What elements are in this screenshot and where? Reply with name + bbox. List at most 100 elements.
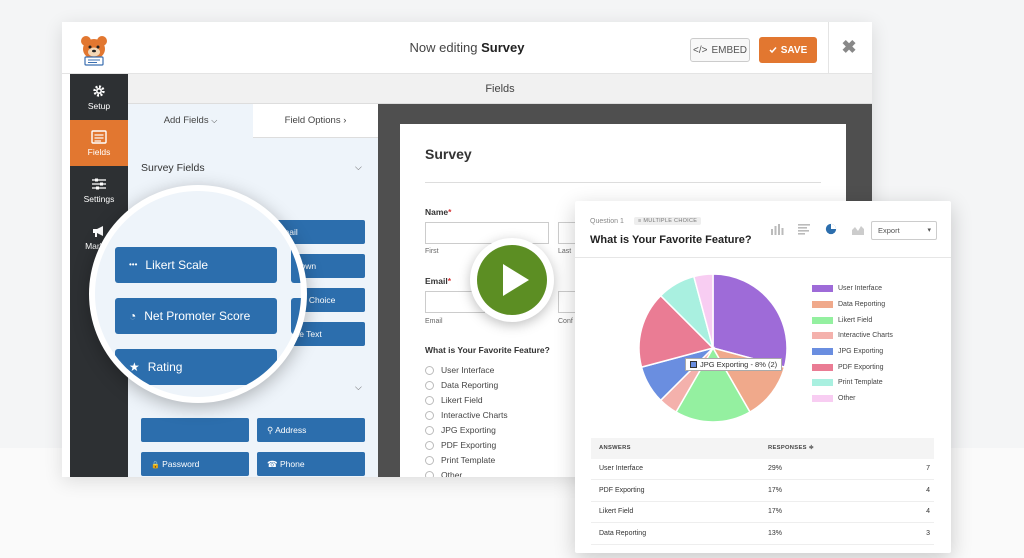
question-title: What is Your Favorite Feature? xyxy=(590,234,752,246)
save-button[interactable]: SAVE xyxy=(759,37,817,63)
first-name-field[interactable] xyxy=(425,222,549,244)
last-sublabel: Last xyxy=(558,248,572,255)
tab-label: Add Fields xyxy=(163,115,209,126)
percent-cell: 29% xyxy=(768,465,783,472)
horizontal-bar-icon[interactable] xyxy=(797,223,811,235)
radio-button[interactable] xyxy=(425,365,434,375)
rating-button[interactable]: ★ Rating xyxy=(115,349,277,385)
choice-option[interactable]: PDF Exporting xyxy=(425,440,496,450)
choice-label: Other xyxy=(441,470,463,477)
divider xyxy=(828,22,829,74)
field-label: Phone xyxy=(279,459,305,469)
choice-option[interactable]: Interactive Charts xyxy=(425,410,508,420)
field-button-hidden[interactable] xyxy=(141,418,249,442)
legend-item[interactable]: Print Template xyxy=(812,375,893,391)
pie-chart xyxy=(638,273,788,423)
question-type-badge: ≡ MULTIPLE CHOICE xyxy=(634,217,702,225)
tab-add-fields[interactable]: Add Fields ⌵ xyxy=(128,104,253,138)
legend-item[interactable]: Likert Field xyxy=(812,312,893,328)
tooltip-swatch xyxy=(690,361,697,368)
radio-button[interactable] xyxy=(425,380,434,390)
label-text: Name xyxy=(425,207,449,217)
legend-swatch xyxy=(812,285,833,293)
play-icon xyxy=(503,264,529,296)
choice-option[interactable]: JPG Exporting xyxy=(425,425,496,435)
play-circle xyxy=(477,245,547,315)
email-sublabel: Email xyxy=(425,318,443,325)
legend-item[interactable]: Other xyxy=(812,391,893,407)
legend-swatch xyxy=(812,363,833,371)
count-cell: 4 xyxy=(926,486,930,494)
choice-option[interactable]: User Interface xyxy=(425,365,494,375)
legend-swatch xyxy=(812,395,833,403)
radio-button[interactable] xyxy=(425,455,434,465)
legend-label: PDF Exporting xyxy=(838,363,884,371)
legend-item[interactable]: Data Reporting xyxy=(812,297,893,313)
choice-option[interactable]: Data Reporting xyxy=(425,380,498,390)
radio-button[interactable] xyxy=(425,410,434,420)
sidebar-item-settings[interactable]: Settings xyxy=(70,167,128,213)
radio-button[interactable] xyxy=(425,395,434,405)
title-form-name: Survey xyxy=(481,40,525,55)
zoom-magnifier: ••• Likert Scale ◔ Net Promoter Score ★ … xyxy=(89,185,307,403)
col-responses[interactable]: RESPONSES ≑ xyxy=(768,445,814,451)
caret-down-icon: ▾ xyxy=(927,227,931,234)
legend-item[interactable]: Interactive Charts xyxy=(812,328,893,344)
choice-option[interactable]: Likert Field xyxy=(425,395,483,405)
chevron-down-icon[interactable]: ⌵ xyxy=(355,382,362,393)
table-row: User Interface 29% 7 xyxy=(591,459,934,480)
legend-swatch xyxy=(812,348,833,356)
choice-label: JPG Exporting xyxy=(441,425,496,435)
field-button-phone[interactable]: ☎ Phone xyxy=(257,452,365,476)
field-label: Address xyxy=(275,425,307,435)
answer-cell: Likert Field xyxy=(599,508,634,515)
count-cell: 4 xyxy=(926,508,930,515)
field-button-password[interactable]: 🔒 Password xyxy=(141,452,249,476)
choice-option[interactable]: Other xyxy=(425,470,462,477)
sidebar-item-setup[interactable]: Setup xyxy=(70,74,128,120)
col-answers: ANSWERS xyxy=(599,445,631,451)
tab-field-options[interactable]: Field Options › xyxy=(253,104,378,138)
survey-fields-title[interactable]: Survey Fields xyxy=(141,162,205,174)
count-cell: 3 xyxy=(926,529,930,537)
divider xyxy=(425,182,821,183)
radio-button[interactable] xyxy=(425,440,434,450)
choice-label: User Interface xyxy=(441,365,495,375)
legend-item[interactable]: User Interface xyxy=(812,281,893,297)
name-label: Name* xyxy=(425,207,451,217)
likert-scale-button[interactable]: ••• Likert Scale xyxy=(115,247,277,283)
code-icon: </> xyxy=(692,44,708,56)
sidebar-item-fields[interactable]: Fields xyxy=(70,120,128,166)
answer-cell: User Interface xyxy=(599,465,643,472)
choice-label: Print Template xyxy=(441,455,496,465)
chevron-down-icon: ⌵ xyxy=(211,116,218,125)
chart-tooltip: JPG Exporting - 8% (2) xyxy=(685,358,783,371)
field-label: Rating xyxy=(147,360,183,374)
chevron-down-icon[interactable]: ⌵ xyxy=(355,162,362,173)
radio-button[interactable] xyxy=(425,425,434,435)
count-cell: 7 xyxy=(926,465,930,472)
embed-button[interactable]: </> EMBED xyxy=(690,38,750,62)
close-button[interactable]: ✖ xyxy=(839,37,859,59)
question-label: What is Your Favorite Feature? xyxy=(425,345,550,355)
answer-cell: Data Reporting xyxy=(599,529,647,537)
bar-chart-icon[interactable] xyxy=(770,223,784,235)
choice-option[interactable]: Print Template xyxy=(425,455,495,465)
play-video-button[interactable] xyxy=(470,238,554,322)
net-promoter-score-button[interactable]: ◔ Net Promoter Score xyxy=(115,298,277,334)
field-button-address[interactable]: ⚲ Address xyxy=(257,418,365,442)
survey-results-card: Question 1 ≡ MULTIPLE CHOICE What is You… xyxy=(575,201,951,553)
required-mark: * xyxy=(447,276,451,286)
lock-icon: 🔒 xyxy=(151,462,160,469)
legend-item[interactable]: PDF Exporting xyxy=(812,359,893,375)
legend-swatch xyxy=(812,332,833,340)
legend-label: JPG Exporting xyxy=(838,348,884,356)
pie-chart-icon[interactable] xyxy=(824,223,838,235)
table-row: Likert Field 17% 4 xyxy=(591,502,934,523)
gauge-icon: ◔ xyxy=(129,309,137,323)
table-row: Data Reporting 13% 3 xyxy=(591,524,934,545)
legend-item[interactable]: JPG Exporting xyxy=(812,344,893,360)
area-chart-icon[interactable] xyxy=(851,223,865,235)
radio-button[interactable] xyxy=(425,470,434,477)
export-dropdown[interactable]: Export ▾ xyxy=(871,221,937,240)
